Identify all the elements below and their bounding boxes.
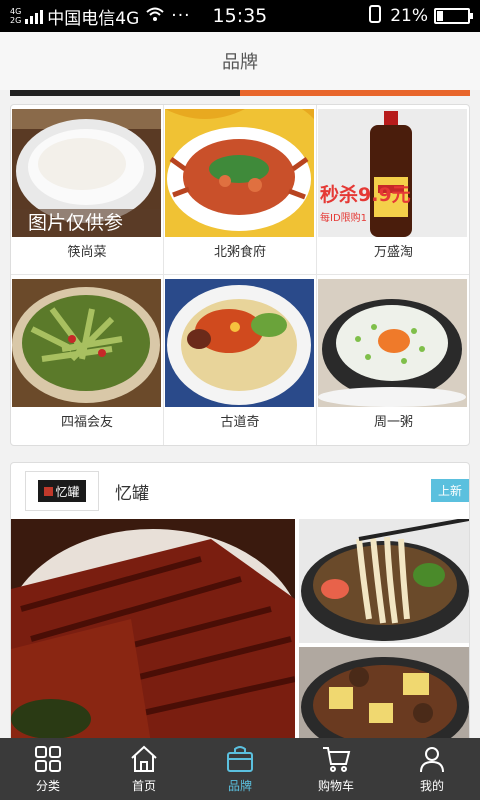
brand-image: 秒杀9.9元 每ID限购1 — [318, 109, 467, 237]
brand-name: 筷尚菜 — [67, 245, 107, 260]
signal-icon — [25, 8, 44, 24]
previous-section-edge — [10, 90, 470, 96]
tab-category[interactable]: 分类 — [0, 738, 96, 800]
brand-image — [12, 279, 161, 407]
network-bottom: 2G — [10, 16, 22, 25]
brand-name: 北粥食府 — [213, 245, 266, 260]
battery-icon — [434, 8, 473, 24]
logo-mark-icon — [44, 486, 54, 496]
page-header: 品牌 — [0, 32, 480, 90]
more-status-icon: ··· — [171, 6, 191, 26]
brand-card[interactable]: 北粥食府 — [164, 105, 317, 275]
status-bar: 4G 2G 中国电信4G ··· 15:35 21% — [0, 0, 480, 32]
featured-side-image[interactable] — [299, 519, 469, 643]
featured-main-image[interactable] — [11, 519, 295, 741]
brand-image — [165, 279, 314, 407]
network-top: 4G — [10, 7, 22, 16]
tab-label: 我的 — [419, 779, 444, 793]
brand-image — [165, 109, 314, 237]
tab-home[interactable]: 首页 — [96, 738, 192, 800]
watermark-text: 图片仅供参 — [28, 212, 123, 234]
brand-card[interactable]: 四福会友 — [11, 275, 164, 445]
brand-logo: 忆罐 — [25, 471, 99, 511]
brand-image: 图片仅供参 — [12, 109, 161, 237]
promo-text: 秒杀9.9元 — [320, 183, 411, 206]
brand-grid: 图片仅供参 筷尚菜 北粥食府 秒杀9.9元 每ID限购1 万盛淘 四福会友 古道… — [10, 104, 470, 446]
battery-percent: 21% — [390, 6, 428, 26]
brand-card[interactable]: 图片仅供参 筷尚菜 — [11, 105, 164, 275]
brand-card[interactable]: 周一粥 — [317, 275, 469, 445]
bag-icon — [227, 746, 253, 772]
promo-subtext: 每ID限购1 — [320, 211, 367, 224]
featured-side-image[interactable] — [299, 647, 469, 741]
grid-icon — [35, 746, 61, 772]
brand-name: 四福会友 — [60, 415, 113, 430]
page-title: 品牌 — [222, 52, 258, 73]
wifi-icon — [145, 6, 165, 26]
tab-profile[interactable]: 我的 — [384, 738, 480, 800]
tab-brand[interactable]: 品牌 — [192, 738, 288, 800]
rotation-lock-icon — [366, 4, 384, 28]
brand-name: 万盛淘 — [373, 245, 413, 260]
user-icon — [420, 747, 444, 773]
brand-name: 古道奇 — [220, 415, 260, 430]
brand-card[interactable]: 秒杀9.9元 每ID限购1 万盛淘 — [317, 105, 469, 275]
featured-brand-card[interactable]: 忆罐 忆罐 上新 — [10, 462, 470, 742]
tab-label: 品牌 — [227, 779, 252, 793]
tab-label: 分类 — [35, 779, 60, 793]
new-badge: 上新 — [430, 479, 469, 502]
bottom-tab-bar: 分类 首页 品牌 购物车 我的 — [0, 738, 480, 800]
clock: 15:35 — [212, 5, 268, 27]
brand-image — [318, 279, 467, 407]
network-type: 4G 2G — [10, 7, 21, 25]
logo-text: 忆罐 — [55, 484, 80, 499]
tab-label: 购物车 — [317, 779, 354, 793]
tab-label: 首页 — [131, 779, 156, 793]
battery-fill — [437, 11, 444, 21]
brand-title: 忆罐 — [115, 484, 149, 504]
carrier-label: 中国电信4G — [47, 8, 140, 29]
brand-card[interactable]: 古道奇 — [164, 275, 317, 445]
home-icon — [131, 745, 157, 772]
cart-icon — [323, 747, 351, 772]
tab-cart[interactable]: 购物车 — [288, 738, 384, 800]
brand-name: 周一粥 — [373, 415, 413, 430]
